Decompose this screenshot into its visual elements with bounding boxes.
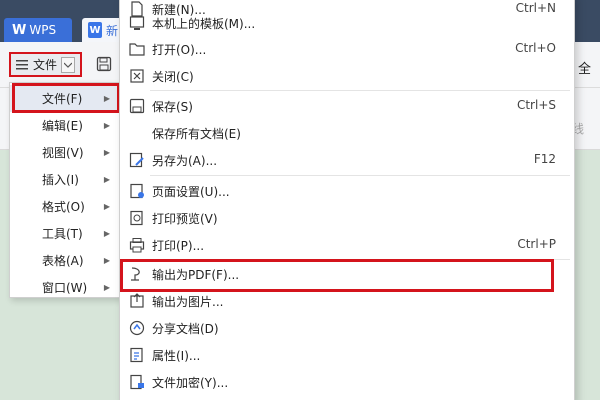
menu-item-label: 视图(V) (42, 146, 84, 160)
folder-icon (129, 43, 145, 56)
highlight-box-file (12, 83, 120, 113)
file-item-save[interactable]: 保存(S) Ctrl+S (120, 92, 574, 119)
file-item-save-all[interactable]: 保存所有文档(E) (120, 119, 574, 146)
submenu-arrow-icon: ▶ (103, 148, 110, 157)
file-item-template[interactable]: 本机上的模板(M)... (120, 9, 574, 36)
properties-icon (130, 347, 143, 363)
shortcut-text: Ctrl+P (517, 237, 556, 251)
menu-item-edit[interactable]: 编辑(E) ▶ (10, 112, 120, 139)
printer-icon (129, 238, 145, 253)
file-item-label: 保存(S) (152, 100, 193, 114)
toolbar-right-text: 全 (578, 62, 592, 77)
file-item-print[interactable]: 打印(P)... Ctrl+P (120, 231, 574, 258)
submenu-arrow-icon: ▶ (103, 256, 110, 265)
file-item-label: 属性(I)... (152, 349, 201, 363)
menu-item-insert[interactable]: 插入(I) ▶ (10, 166, 120, 193)
file-submenu: 新建(N)... Ctrl+N 本机上的模板(M)... 打开(O)... Ct… (119, 0, 575, 400)
menu-item-view[interactable]: 视图(V) ▶ (10, 139, 120, 166)
file-item-label: 保存所有文档(E) (152, 127, 241, 141)
tab-wps[interactable]: W WPS (4, 18, 72, 42)
menu-item-label: 插入(I) (42, 173, 79, 187)
menu-item-label: 格式(O) (42, 200, 85, 214)
menu-item-table[interactable]: 表格(A) ▶ (10, 247, 120, 274)
shortcut-text: Ctrl+S (516, 98, 556, 112)
wps-logo-icon: W (12, 22, 27, 38)
file-item-label: 页面设置(U)... (152, 185, 230, 199)
chevron-down-icon[interactable] (61, 56, 76, 73)
file-item-print-preview[interactable]: 打印预览(V) (120, 204, 574, 231)
writer-doc-icon: W (88, 22, 102, 38)
menu-item-label: 表格(A) (42, 254, 84, 268)
file-item-label: 打开(O)... (152, 43, 207, 57)
file-item-label: 本机上的模板(M)... (152, 17, 256, 31)
menu-item-label: 窗口(W) (42, 281, 88, 295)
file-item-label: 另存为(A)... (152, 154, 218, 168)
file-item-encrypt[interactable]: 文件加密(Y)... (120, 368, 574, 395)
submenu-arrow-icon: ▶ (103, 202, 110, 211)
file-item-save-as[interactable]: 另存为(A)... F12 (120, 146, 574, 173)
save-as-icon (129, 152, 144, 168)
file-item-label: 打印(P)... (152, 239, 205, 253)
tab-document-label: 新 (106, 23, 119, 38)
file-menu-button[interactable]: 文件 (9, 52, 82, 77)
file-item-label: 文件加密(Y)... (152, 376, 229, 390)
menu-divider (150, 175, 570, 176)
menu-divider (150, 90, 570, 91)
file-item-label: 关闭(C) (152, 70, 194, 84)
close-doc-icon (130, 69, 144, 83)
save-icon[interactable] (96, 56, 112, 72)
submenu-arrow-icon: ▶ (103, 229, 110, 238)
tab-wps-label: WPS (29, 23, 57, 37)
menu-item-tools[interactable]: 工具(T) ▶ (10, 220, 120, 247)
menu-item-label: 编辑(E) (42, 119, 83, 133)
shortcut-text: Ctrl+O (515, 41, 556, 55)
menu-item-format[interactable]: 格式(O) ▶ (10, 193, 120, 220)
file-item-properties[interactable]: 属性(I)... (120, 341, 574, 368)
submenu-arrow-icon: ▶ (103, 175, 110, 184)
share-icon (129, 320, 145, 336)
print-preview-icon (130, 210, 143, 226)
submenu-arrow-icon: ▶ (103, 283, 110, 292)
file-item-page-setup[interactable]: 页面设置(U)... (120, 177, 574, 204)
export-image-icon (130, 293, 144, 308)
menu-item-window[interactable]: 窗口(W) ▶ (10, 274, 120, 301)
file-item-open[interactable]: 打开(O)... Ctrl+O (120, 35, 574, 62)
highlight-box-export-pdf (120, 259, 554, 292)
menu-item-label: 工具(T) (42, 227, 83, 241)
main-menu: 文件(F) ▶ 编辑(E) ▶ 视图(V) ▶ 插入(I) ▶ 格式(O) ▶ 工具(T)… (9, 82, 121, 298)
file-item-close[interactable]: 关闭(C) (120, 62, 574, 89)
file-item-label: 打印预览(V) (152, 212, 218, 226)
template-icon (129, 16, 145, 30)
file-item-label: 分享文档(D) (152, 322, 219, 336)
page-setup-icon (130, 183, 144, 199)
file-item-share[interactable]: 分享文档(D) (120, 314, 574, 341)
save-icon (129, 98, 145, 114)
encrypt-icon (130, 374, 144, 390)
shortcut-text: F12 (533, 152, 556, 166)
file-item-label: 输出为图片... (152, 295, 224, 309)
hamburger-icon (16, 59, 28, 69)
file-menu-label: 文件 (33, 58, 58, 72)
submenu-arrow-icon: ▶ (103, 121, 110, 130)
